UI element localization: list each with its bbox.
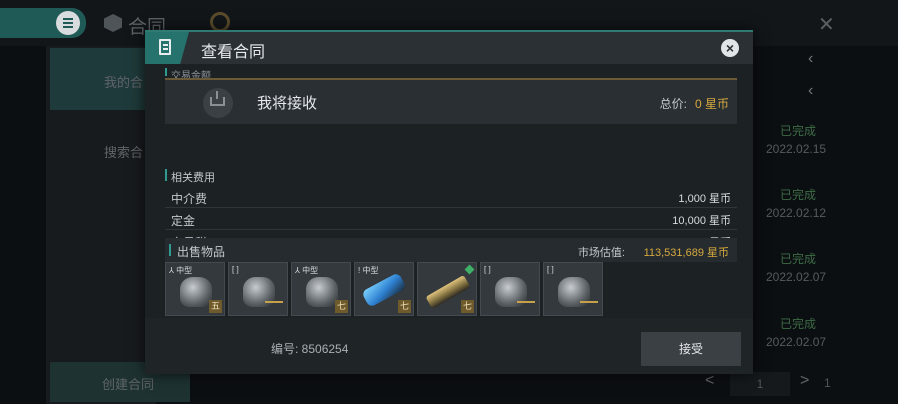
total-price-label: 总价: — [659, 97, 687, 111]
dialog-footer: 编号: 8506254 接受 — [145, 318, 753, 374]
row-date: 2022.02.07 — [766, 270, 827, 284]
receive-cart-icon — [203, 88, 233, 118]
item-slot[interactable]: ⅄ 中型 七 — [291, 262, 351, 316]
row-status: 已完成 — [780, 317, 817, 331]
item-tag: [ ] — [232, 265, 239, 274]
row-status: 已完成 — [780, 124, 817, 138]
item-bar — [265, 301, 283, 303]
close-icon[interactable]: ✕ — [818, 12, 835, 37]
gem-icon — [464, 264, 475, 275]
item-slot[interactable]: ! 中型 七 — [354, 262, 414, 316]
close-icon[interactable]: × — [721, 39, 739, 57]
fee-row: 定金 10,000 星币 — [165, 208, 737, 230]
menu-button[interactable] — [0, 8, 86, 38]
item-tag: ! 中型 — [358, 266, 379, 275]
dialog-body: 交易金额 我将接收 总价: 0 星币 相关费用 中介费 1,000 星币 定金 … — [165, 64, 739, 318]
section-marker — [169, 244, 171, 256]
section-marker — [165, 169, 167, 181]
fee-label: 定金 — [171, 214, 196, 228]
item-tag: [ ] — [547, 265, 554, 274]
tab-my-contracts[interactable]: 我的合 — [50, 48, 146, 110]
settings-icon[interactable] — [210, 12, 230, 32]
tab-label: 搜索合 — [104, 145, 144, 160]
fee-label: 中介费 — [171, 192, 208, 206]
receive-panel: 我将接收 总价: 0 星币 — [165, 78, 737, 124]
total-pages: 1 — [824, 376, 831, 390]
chevron-left-icon[interactable]: ‹ — [808, 50, 813, 68]
menu-icon — [56, 11, 80, 35]
fee-value: 1,000 星币 — [678, 193, 731, 205]
market-value-label: 市场估值: — [577, 247, 625, 259]
item-tag: [ ] — [484, 265, 491, 274]
contract-number: 编号: 8506254 — [271, 342, 349, 356]
turret-icon — [306, 277, 338, 307]
dialog-title: 查看合同 — [201, 44, 266, 61]
tab-search-contracts[interactable]: 搜索合 — [50, 120, 146, 180]
item-slot[interactable]: [ ] — [543, 262, 603, 316]
row-status: 已完成 — [780, 188, 817, 202]
create-contract-label: 创建合同 — [102, 377, 155, 392]
item-tag: ⅄ 中型 — [295, 266, 319, 275]
market-value-value: 113,531,689 星币 — [643, 247, 729, 259]
row-status: 已完成 — [780, 252, 817, 266]
total-price-value: 0 星币 — [694, 97, 729, 111]
item-tag: ⅄ 中型 — [169, 266, 193, 275]
item-grade: 五 — [209, 300, 222, 313]
page-number-input[interactable]: 1 — [730, 372, 790, 396]
turret-icon — [180, 277, 212, 307]
row-date: 2022.02.15 — [766, 142, 827, 156]
row-date: 2022.02.12 — [766, 206, 827, 220]
view-contract-dialog: 查看合同 × 交易金额 我将接收 总价: 0 星币 相关费用 中介费 1,000… — [145, 30, 753, 374]
accept-button[interactable]: 接受 — [641, 332, 741, 366]
receive-label: 我将接收 — [257, 95, 318, 112]
item-bar — [580, 301, 598, 303]
item-slot[interactable]: ⅄ 中型 五 — [165, 262, 225, 316]
fee-row: 中介费 1,000 星币 — [165, 186, 737, 208]
next-page-button[interactable]: > — [800, 372, 809, 390]
chevron-left-icon[interactable]: ‹ — [808, 82, 813, 100]
item-slot[interactable]: [ ] — [228, 262, 288, 316]
section-marker — [165, 68, 167, 76]
item-bar — [517, 301, 535, 303]
prev-page-button[interactable]: < — [705, 372, 714, 390]
fee-value: 10,000 星币 — [672, 215, 731, 227]
row-date: 2022.02.07 — [766, 335, 827, 349]
items-section-title: 出售物品 — [177, 245, 226, 259]
tab-label: 我的合 — [104, 75, 144, 90]
items-list: ⅄ 中型 五 [ ] ⅄ 中型 七 ! 中型 七 七 [] [] — [165, 262, 737, 318]
fees-section-title: 相关费用 — [171, 172, 215, 184]
item-slot[interactable]: 七 — [417, 262, 477, 316]
item-grade: 七 — [398, 300, 411, 313]
header-accent — [145, 30, 753, 32]
items-header: 出售物品 市场估值: 113,531,689 星币 — [165, 238, 737, 262]
item-slot[interactable]: [ ] — [480, 262, 540, 316]
item-grade: 七 — [461, 300, 474, 313]
item-grade: 七 — [335, 300, 348, 313]
